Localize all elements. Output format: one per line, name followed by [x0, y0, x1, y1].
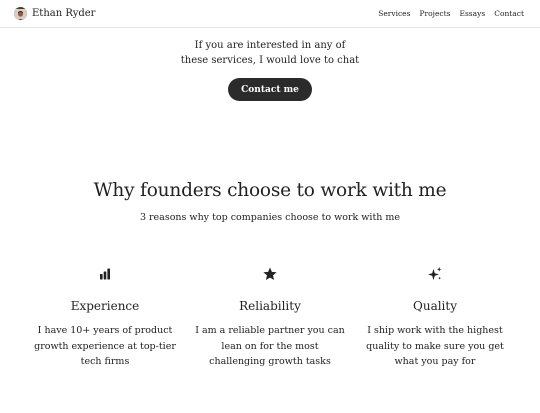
features: Experience I have 10+ years of product g…: [0, 266, 540, 370]
feature-description-line: I ship work with the highest: [367, 325, 503, 336]
feature-experience: Experience I have 10+ years of product g…: [23, 266, 188, 370]
page: Ethan Ryder Services Projects Essays Con…: [0, 0, 540, 413]
feature-title: Quality: [413, 299, 457, 313]
avatar-image: [14, 9, 27, 20]
contact-section: If you are interested in any of these se…: [0, 38, 540, 101]
feature-title: Reliability: [239, 299, 301, 313]
nav-link-services[interactable]: Services: [378, 9, 410, 18]
feature-description-line: tech firms: [80, 356, 130, 367]
contact-me-button[interactable]: Contact me: [228, 78, 312, 101]
contact-text-line-1: If you are interested in any of: [194, 40, 346, 51]
feature-quality: Quality I ship work with the highest qua…: [353, 266, 518, 370]
navbar: Ethan Ryder Services Projects Essays Con…: [0, 0, 540, 28]
nav-link-contact[interactable]: Contact: [494, 9, 524, 18]
why-section: Why founders choose to work with me 3 re…: [0, 180, 540, 223]
nav-links: Services Projects Essays Contact: [378, 9, 524, 18]
feature-description: I have 10+ years of product growth exper…: [34, 323, 176, 370]
feature-description-line: growth experience at top-tier: [34, 340, 176, 352]
brand[interactable]: Ethan Ryder: [14, 7, 95, 20]
avatar: [14, 7, 27, 20]
bar-chart-icon: [100, 268, 110, 280]
contact-text-line-2: these services, I would love to chat: [180, 55, 360, 66]
feature-description-line: challenging growth tasks: [209, 356, 331, 367]
nav-link-projects[interactable]: Projects: [419, 9, 450, 18]
nav-link-essays[interactable]: Essays: [459, 9, 485, 18]
section-title: Why founders choose to work with me: [93, 180, 447, 201]
star-icon: [263, 267, 277, 280]
brand-name: Ethan Ryder: [32, 8, 96, 19]
feature-description-line: I am a reliable partner you can: [195, 325, 345, 336]
feature-title: Experience: [70, 299, 140, 313]
feature-description: I ship work with the highest quality to …: [366, 323, 504, 370]
section-subtitle: 3 reasons why top companies choose to wo…: [139, 212, 401, 223]
sparkles-icon: [428, 267, 442, 280]
feature-reliability: Reliability I am a reliable partner you …: [188, 266, 353, 370]
feature-description-line: lean on for the most: [221, 340, 319, 352]
feature-description-line: what you pay for: [394, 356, 476, 367]
feature-description: I am a reliable partner you can lean on …: [195, 323, 345, 370]
feature-description-line: quality to make sure you get: [366, 340, 504, 352]
feature-description-line: I have 10+ years of product: [37, 325, 173, 336]
